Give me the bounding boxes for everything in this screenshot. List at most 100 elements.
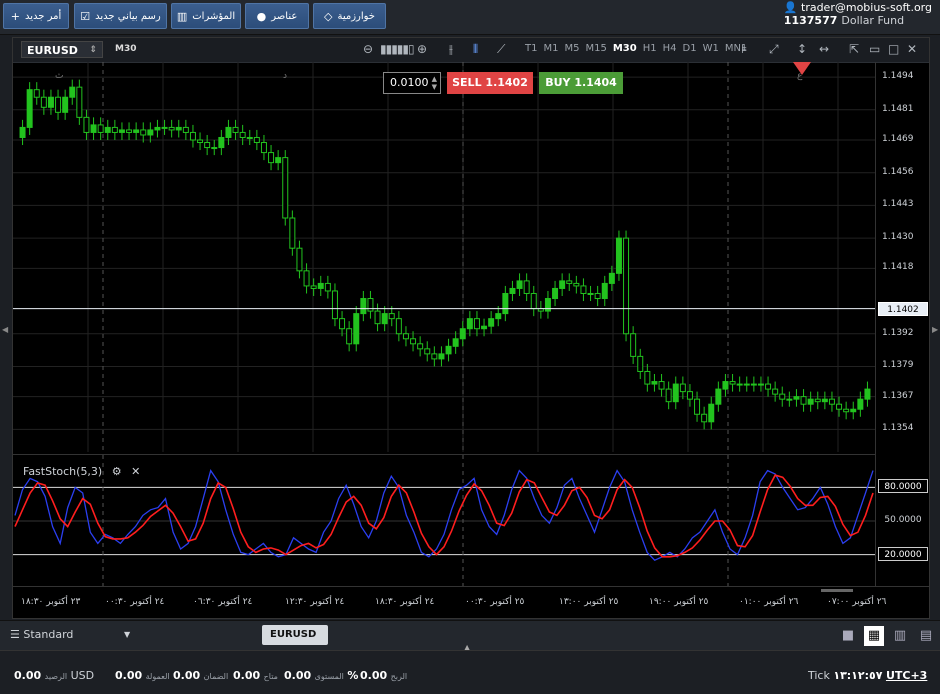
- timeframe-h1[interactable]: H1: [643, 43, 657, 54]
- candle-body[interactable]: [743, 383, 750, 386]
- candle-body[interactable]: [615, 237, 622, 274]
- line-chart-icon[interactable]: ⟋: [497, 42, 505, 57]
- tab-eurusd[interactable]: EURUSD ✕: [262, 625, 328, 660]
- candle-body[interactable]: [516, 280, 523, 289]
- candle-body[interactable]: [381, 313, 388, 325]
- right-panel-toggle[interactable]: ▶: [932, 325, 938, 334]
- candle-body[interactable]: [360, 298, 367, 315]
- candle-body[interactable]: [55, 96, 62, 113]
- candle-body[interactable]: [239, 131, 246, 138]
- candle-body[interactable]: [62, 96, 69, 113]
- candle-body[interactable]: [367, 298, 374, 312]
- new-chart-button[interactable]: ☑ رسم بياني جديد: [74, 3, 167, 29]
- candle-body[interactable]: [417, 343, 424, 350]
- detach-window-icon[interactable]: ⇱: [849, 42, 859, 56]
- candle-body[interactable]: [374, 310, 381, 325]
- candle-body[interactable]: [175, 126, 182, 131]
- candle-body[interactable]: [353, 313, 360, 345]
- timeframe-m5[interactable]: M5: [564, 43, 579, 54]
- candle-body[interactable]: [47, 96, 54, 108]
- time-axis[interactable]: ٢٣ أكتوبر ١٨:٣٠ ٢٤ أكتوبر ٠٠:٣٠ ٢٤ أكتوبر …: [13, 586, 929, 619]
- candle-body[interactable]: [402, 333, 409, 340]
- spinner-icon[interactable]: ▲ ▼: [432, 75, 437, 91]
- candle-body[interactable]: [296, 247, 303, 272]
- candle-body[interactable]: [665, 388, 672, 403]
- account-info[interactable]: 👤 trader@mobius-soft.org 1137577 Dollar F…: [784, 1, 932, 27]
- candle-body[interactable]: [83, 116, 90, 133]
- price-axis[interactable]: 1.1494 1.1481 1.1469 1.1456 1.1443 1.1430 1.14…: [875, 62, 930, 586]
- lot-size-input[interactable]: 0.0100 ▲ ▼: [383, 72, 441, 94]
- candle-body[interactable]: [559, 280, 566, 289]
- layout-rows-icon[interactable]: ▤: [916, 626, 936, 646]
- candle-body[interactable]: [438, 353, 445, 360]
- candle-body[interactable]: [452, 338, 459, 347]
- candle-body[interactable]: [168, 126, 175, 131]
- trend-line-icon[interactable]: ⤢: [769, 42, 779, 57]
- candle-body[interactable]: [126, 129, 133, 133]
- candle-chart-icon[interactable]: ⫴: [473, 42, 478, 57]
- horizontal-line-icon[interactable]: ↔: [819, 42, 829, 56]
- candle-body[interactable]: [324, 282, 331, 292]
- candle-body[interactable]: [388, 313, 395, 320]
- horizontal-scrollbar[interactable]: [821, 589, 853, 592]
- server-time[interactable]: Tick ١٣:١٢:٥٧ UTC+3: [808, 669, 927, 682]
- candle-body[interactable]: [189, 131, 196, 141]
- candle-body[interactable]: [566, 280, 573, 284]
- close-chart-icon[interactable]: ✕: [907, 42, 917, 56]
- candle-body[interactable]: [204, 142, 211, 149]
- timeframe-w1[interactable]: W1: [703, 43, 719, 54]
- indicator-settings-icon[interactable]: ⊧: [741, 42, 747, 56]
- timeframe-h4[interactable]: H4: [663, 43, 677, 54]
- candle-body[interactable]: [821, 398, 828, 403]
- candle-body[interactable]: [197, 139, 204, 144]
- candle-body[interactable]: [786, 398, 793, 401]
- candle-body[interactable]: [701, 413, 708, 423]
- candle-body[interactable]: [40, 96, 47, 108]
- candle-body[interactable]: [275, 157, 282, 164]
- candle-body[interactable]: [466, 318, 473, 330]
- candle-body[interactable]: [395, 318, 402, 335]
- layout-columns-icon[interactable]: ▥: [890, 626, 910, 646]
- candle-body[interactable]: [779, 393, 786, 400]
- candle-body[interactable]: [133, 129, 140, 133]
- gear-icon[interactable]: ⚙: [112, 465, 122, 478]
- candle-body[interactable]: [828, 398, 835, 405]
- candle-body[interactable]: [601, 282, 608, 300]
- candle-body[interactable]: [211, 147, 218, 150]
- candle-body[interactable]: [729, 381, 736, 385]
- candle-body[interactable]: [580, 285, 587, 294]
- candle-body[interactable]: [523, 280, 530, 294]
- candle-body[interactable]: [552, 287, 559, 300]
- candle-body[interactable]: [644, 370, 651, 385]
- candle-body[interactable]: [253, 136, 260, 144]
- stochastic-chart[interactable]: [13, 455, 875, 587]
- algorithm-button[interactable]: ◇ خوارزمية: [313, 3, 386, 29]
- layout-selector[interactable]: ☰ Standard ▼: [0, 621, 252, 649]
- layout-single-icon[interactable]: ■: [838, 626, 858, 646]
- candle-body[interactable]: [637, 355, 644, 372]
- candle-body[interactable]: [140, 129, 147, 136]
- close-indicator-icon[interactable]: ✕: [131, 465, 140, 478]
- candle-body[interactable]: [331, 290, 338, 320]
- candle-body[interactable]: [488, 318, 495, 327]
- candle-body[interactable]: [623, 237, 630, 335]
- candle-body[interactable]: [807, 398, 814, 405]
- candle-body[interactable]: [722, 381, 729, 390]
- indicators-button[interactable]: ▥ المؤشرات: [171, 3, 241, 29]
- candle-body[interactable]: [800, 396, 807, 405]
- candle-body[interactable]: [651, 381, 658, 385]
- candle-body[interactable]: [509, 287, 516, 294]
- candle-body[interactable]: [90, 124, 97, 133]
- timeframe-m15[interactable]: M15: [585, 43, 606, 54]
- bar-chart-icon[interactable]: ⫲: [449, 42, 453, 57]
- candle-body[interactable]: [481, 325, 488, 330]
- candle-body[interactable]: [260, 142, 267, 154]
- layout-grid-icon[interactable]: ▦: [864, 626, 884, 646]
- timeframe-m30[interactable]: M30: [613, 43, 637, 54]
- candle-body[interactable]: [161, 126, 168, 129]
- candle-body[interactable]: [594, 292, 601, 300]
- candle-body[interactable]: [715, 388, 722, 405]
- minimize-icon[interactable]: ▭: [869, 42, 880, 56]
- candle-body[interactable]: [339, 318, 346, 330]
- stochastic-panel[interactable]: FastStoch(5,3) ⚙ ✕: [13, 454, 875, 587]
